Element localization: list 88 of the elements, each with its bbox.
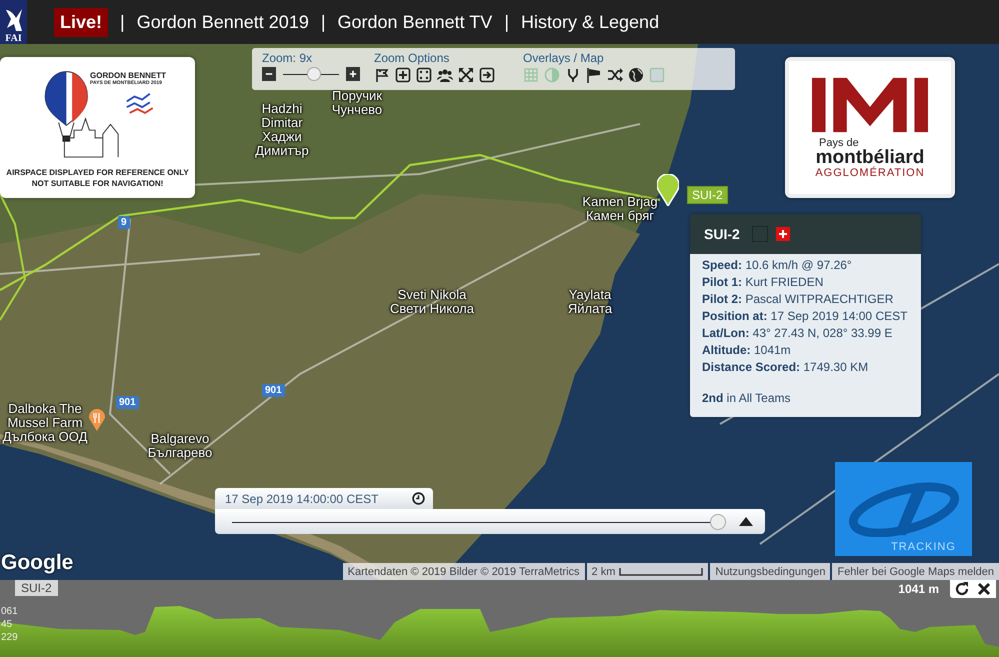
road-shield: 901 [262, 384, 285, 397]
place-label: Хаджи [262, 130, 302, 144]
zoom-slider[interactable] [283, 67, 339, 81]
sponsor-text: Pays de [819, 136, 859, 148]
nav-link[interactable]: Gordon Bennett TV [338, 12, 492, 32]
map-link[interactable]: Fehler bei Google Maps melden [832, 563, 999, 580]
popup-detail: Lat/Lon: 43° 27.43 N, 028° 33.99 E [702, 325, 894, 342]
reload-icon[interactable] [954, 581, 970, 597]
place-label: Balgarevo [150, 432, 210, 446]
popup-detail: Pilot 2: Pascal WITPRAECHTIGER [702, 291, 894, 308]
popup-detail: Position at: 17 Sep 2019 14:00 CEST [702, 308, 908, 325]
m-logo-icon [812, 76, 928, 132]
fork-icon[interactable] [565, 67, 581, 83]
place-label: Kamen Brjag [582, 195, 658, 209]
people-icon[interactable] [437, 67, 453, 83]
live-badge[interactable]: Live! [54, 8, 108, 36]
shuffle-icon[interactable] [607, 67, 623, 83]
dice-icon[interactable] [416, 67, 432, 83]
sponsor-text: AGGLOMÉRATION [815, 166, 925, 178]
axis-tick: 45 [1, 618, 14, 631]
place-label: Яйлата [568, 302, 612, 316]
separator: | [320, 12, 326, 32]
airspace-notice: AIRSPACE DISPLAYED FOR REFERENCE ONLY [6, 167, 189, 178]
zoom-out-button[interactable] [262, 67, 276, 81]
altitude-readout: 1041 m [898, 582, 939, 596]
popup-detail: Pilot 1: Kurt FRIEDEN [702, 274, 824, 291]
place-label: Българево [148, 446, 212, 460]
place-label: Свети Никола [390, 302, 474, 316]
popup-detail: Distance Scored: 1749.30 KM [702, 359, 870, 376]
logo-text: GORDON BENNETT [90, 71, 166, 80]
road-shield: 901 [116, 396, 139, 409]
figure-icon [4, 7, 24, 33]
balloon-marker-icon [657, 174, 679, 206]
map-scale: 2 km [586, 563, 708, 580]
windsock-icon[interactable] [586, 67, 602, 83]
group-title: Zoom Options [374, 51, 450, 65]
airspace-notice: NOT SUITABLE FOR NAVIGATION! [32, 178, 164, 189]
zoom-in-button[interactable] [346, 67, 360, 81]
place-label: Дълбока ООД [2, 430, 88, 444]
nav-link[interactable]: Gordon Bennett 2019 [136, 12, 309, 32]
separator: | [120, 12, 125, 32]
axis-tick: 061 [1, 605, 18, 618]
separator: | [504, 12, 509, 32]
place-label: Камен бряг [586, 209, 654, 223]
close-icon[interactable] [976, 581, 992, 597]
popup-detail: Altitude: 1041m [702, 342, 792, 359]
time-label: 17 Sep 2019 14:00:00 CEST [225, 492, 378, 506]
swiss-flag-icon [776, 227, 790, 241]
popup-detail: Speed: 10.6 km/h @ 97.26° [702, 257, 853, 274]
fai-logo[interactable]: FAI [0, 0, 27, 44]
time-slider[interactable] [232, 514, 723, 530]
zoom-label: Zoom: 9x [262, 51, 314, 65]
road-shield: 9 [118, 216, 130, 229]
place-label: Dalboka The [8, 402, 82, 416]
place-label: Mussel Farm [7, 416, 83, 430]
plus-icon[interactable] [395, 67, 411, 83]
exit-icon[interactable] [479, 67, 495, 83]
group-title: Overlays / Map [523, 51, 605, 65]
place-label: Hadzhi [262, 102, 302, 116]
clock-icon[interactable] [412, 492, 425, 505]
place-label: Чунчево [332, 103, 382, 117]
axis-tick: 229 [1, 631, 18, 644]
plus-icon [349, 70, 357, 78]
map-attribution: Kartendaten © 2019 Bilder © 2019 TerraMetrics [342, 563, 585, 580]
google-logo: Google [1, 551, 74, 575]
marker-label: SUI-2 [687, 186, 728, 204]
sponsor-text: montbéliard [816, 148, 924, 166]
place-label: Димитър [255, 144, 309, 158]
nav-link[interactable]: History & Legend [521, 12, 660, 32]
scale-bar-icon [619, 568, 704, 576]
popup-title: SUI-2 [704, 226, 740, 242]
tracking-text: TRACKING [891, 541, 956, 555]
time-slider-thumb[interactable] [710, 514, 726, 530]
place-label: Sveti Nikola [398, 288, 466, 302]
map-link[interactable]: Nutzungsbedingungen [710, 563, 830, 580]
restaurant-pin-icon [89, 409, 105, 431]
expand-icon[interactable] [458, 67, 474, 83]
popup-rank: 2nd in All Teams [702, 390, 792, 407]
place-label: Dimitar [261, 116, 303, 130]
zoom-slider-thumb[interactable] [306, 67, 321, 81]
profile-tab[interactable]: SUI-2 [15, 580, 58, 596]
minus-icon [265, 70, 273, 78]
fai-text: FAI [5, 33, 22, 44]
flag-icon[interactable] [374, 67, 390, 83]
globe-icon[interactable] [628, 67, 644, 83]
triangle-up-icon[interactable] [739, 517, 753, 526]
place-label: Поручик [332, 89, 382, 103]
place-label: Yaylata [568, 288, 612, 302]
